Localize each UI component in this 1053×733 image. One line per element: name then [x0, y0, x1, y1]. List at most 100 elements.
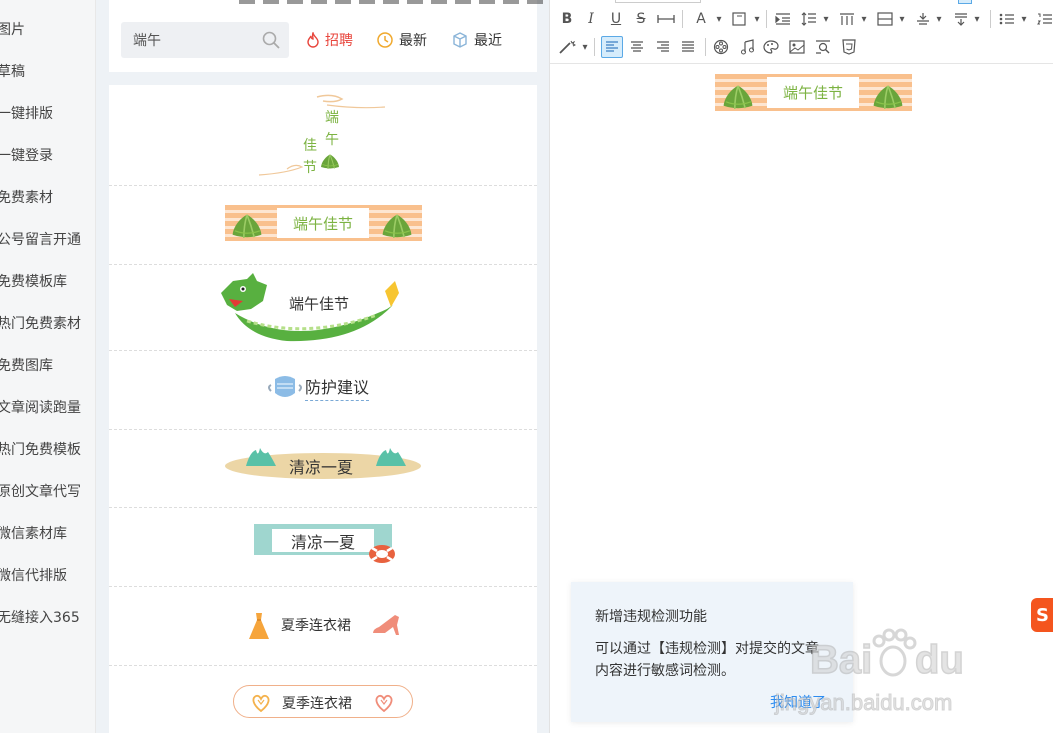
horizontal-line-button[interactable] [655, 8, 677, 30]
nav-item-free-images[interactable]: 免费图库 [0, 355, 53, 375]
search-card: 招聘 最新 最近 [109, 0, 627, 72]
zongzi-icon [320, 153, 340, 170]
banner-title: 端午佳节 [277, 208, 369, 238]
underline-button[interactable]: U [605, 8, 627, 30]
bold-button[interactable]: B [556, 8, 578, 30]
nav-item-auto-layout[interactable]: 一键排版 [0, 103, 53, 123]
sogou-ime-icon[interactable]: S [1031, 598, 1053, 632]
material-item-3[interactable]: 端午佳节 [109, 265, 537, 351]
vertical-char-3: 佳 [303, 138, 317, 154]
numbered-list-button[interactable] [1034, 8, 1053, 30]
heart-icon [375, 694, 393, 713]
strikethrough-button[interactable]: S [630, 8, 652, 30]
html5-icon [842, 39, 856, 55]
chevron-down-icon[interactable]: ▾ [853, 8, 875, 30]
notice-dismiss-button[interactable]: 我知道了 [770, 692, 826, 712]
music-note-icon [741, 39, 754, 55]
chevron-down-icon[interactable]: ▾ [746, 8, 768, 30]
font-select-cut[interactable] [615, 0, 701, 3]
html-source-button[interactable] [838, 36, 860, 58]
active-tool-cut[interactable] [958, 0, 972, 4]
chevron-down-icon[interactable]: ▾ [815, 8, 837, 30]
nav-item-comments[interactable]: 公号留言开通 [0, 229, 81, 249]
zongzi-icon [231, 212, 263, 240]
vertical-char-4: 节 [303, 160, 317, 176]
align-right-icon [657, 41, 669, 52]
align-center-button[interactable] [626, 36, 648, 58]
protection-title: 防护建议 [305, 374, 370, 401]
toolbar-separator [990, 10, 991, 28]
cool-summer-box-title: 清凉一夏 [272, 529, 374, 552]
nav-item-drafts[interactable]: 草稿 [0, 61, 25, 81]
align-right-button[interactable] [652, 36, 674, 58]
life-ring-icon [369, 545, 395, 563]
chevron-down-icon[interactable]: ▾ [891, 8, 913, 30]
vertical-char-1: 端 [325, 110, 339, 126]
nav-item-templates[interactable]: 免费模板库 [0, 271, 67, 291]
video-button[interactable] [710, 36, 732, 58]
find-replace-button[interactable] [812, 36, 834, 58]
image-icon [789, 40, 805, 54]
numbered-list-icon [1037, 13, 1052, 25]
material-item-7[interactable]: 夏季连衣裙 [109, 587, 537, 666]
toolbar-separator [766, 10, 767, 28]
history-clock-icon [377, 32, 393, 48]
chevron-down-icon[interactable]: ▾ [708, 8, 730, 30]
material-item-4[interactable]: 防护建议 [109, 351, 537, 430]
nav-item-hot-material[interactable]: 热门免费素材 [0, 313, 81, 333]
material-item-8[interactable]: 夏季连衣裙 [109, 666, 537, 733]
material-item-5[interactable]: 清凉一夏 [109, 430, 537, 508]
nav-item-free-material[interactable]: 免费素材 [0, 187, 53, 207]
filter-recent[interactable]: 最近 [451, 30, 502, 50]
search-box [121, 22, 289, 58]
left-nav: 图片 草稿 一键排版 一键登录 免费素材 公号留言开通 免费模板库 热门免费素材… [0, 0, 96, 733]
filter-hiring[interactable]: 招聘 [306, 30, 353, 50]
italic-button[interactable]: I [580, 8, 602, 30]
nav-item-one-login[interactable]: 一键登录 [0, 145, 53, 165]
nav-item-hot-templates[interactable]: 热门免费模板 [0, 439, 81, 459]
toolbar-separator [705, 38, 706, 56]
material-item-2[interactable]: 端午佳节 [109, 186, 537, 265]
image-button[interactable] [786, 36, 808, 58]
nav-item-ghostwriting[interactable]: 原创文章代写 [0, 481, 81, 501]
cool-summer-title: 清凉一夏 [289, 458, 354, 477]
align-left-icon [606, 41, 618, 52]
search-input[interactable] [121, 22, 261, 58]
search-doc-icon [816, 40, 830, 54]
notice-body: 可以通过【违规检测】对提交的文章内容进行敏感词检测。 [595, 641, 819, 679]
border-icon [732, 12, 746, 26]
zongzi-icon [722, 83, 754, 111]
chevron-down-icon[interactable]: ▾ [574, 36, 596, 58]
indent-button[interactable] [772, 8, 794, 30]
search-icon[interactable] [261, 30, 281, 50]
nav-item-layout-service[interactable]: 微信代排版 [0, 565, 67, 585]
palette-button[interactable] [760, 36, 782, 58]
high-heel-icon [373, 615, 399, 635]
material-item-6[interactable]: 清凉一夏 [109, 508, 537, 587]
chevron-down-icon[interactable]: ▾ [1013, 8, 1035, 30]
toolbar-separator [594, 38, 595, 56]
nav-item-office365[interactable]: 无缝接入365 [0, 607, 80, 627]
align-justify-icon [682, 41, 694, 52]
nav-item-images[interactable]: 图片 [0, 19, 25, 39]
editor-banner-title[interactable]: 端午佳节 [767, 77, 859, 108]
filter-latest[interactable]: 最新 [376, 30, 427, 50]
vertical-char-2: 午 [325, 132, 339, 148]
align-left-button[interactable] [601, 36, 623, 58]
chevron-down-icon[interactable]: ▾ [928, 8, 950, 30]
filter-recent-label: 最近 [474, 33, 502, 49]
chevron-down-icon[interactable]: ▾ [966, 8, 988, 30]
music-button[interactable] [736, 36, 758, 58]
face-mask-icon [268, 376, 302, 397]
nav-item-read-boost[interactable]: 文章阅读跑量 [0, 397, 81, 417]
notice-title: 新增违规检测功能 [595, 609, 707, 625]
nav-item-wechat-lib[interactable]: 微信素材库 [0, 523, 67, 543]
summer-dress-title: 夏季连衣裙 [281, 618, 351, 634]
align-justify-button[interactable] [677, 36, 699, 58]
cube-icon [453, 32, 467, 48]
align-center-icon [631, 41, 643, 52]
material-item-1[interactable]: 端 午 佳 节 [109, 85, 537, 186]
filter-hiring-label: 招聘 [325, 33, 353, 49]
material-list: 端 午 佳 节 端午佳节 端午佳节 防护建议 清凉一夏 清凉一夏 夏季连衣裙 夏… [109, 85, 537, 733]
heart-icon [252, 694, 270, 713]
